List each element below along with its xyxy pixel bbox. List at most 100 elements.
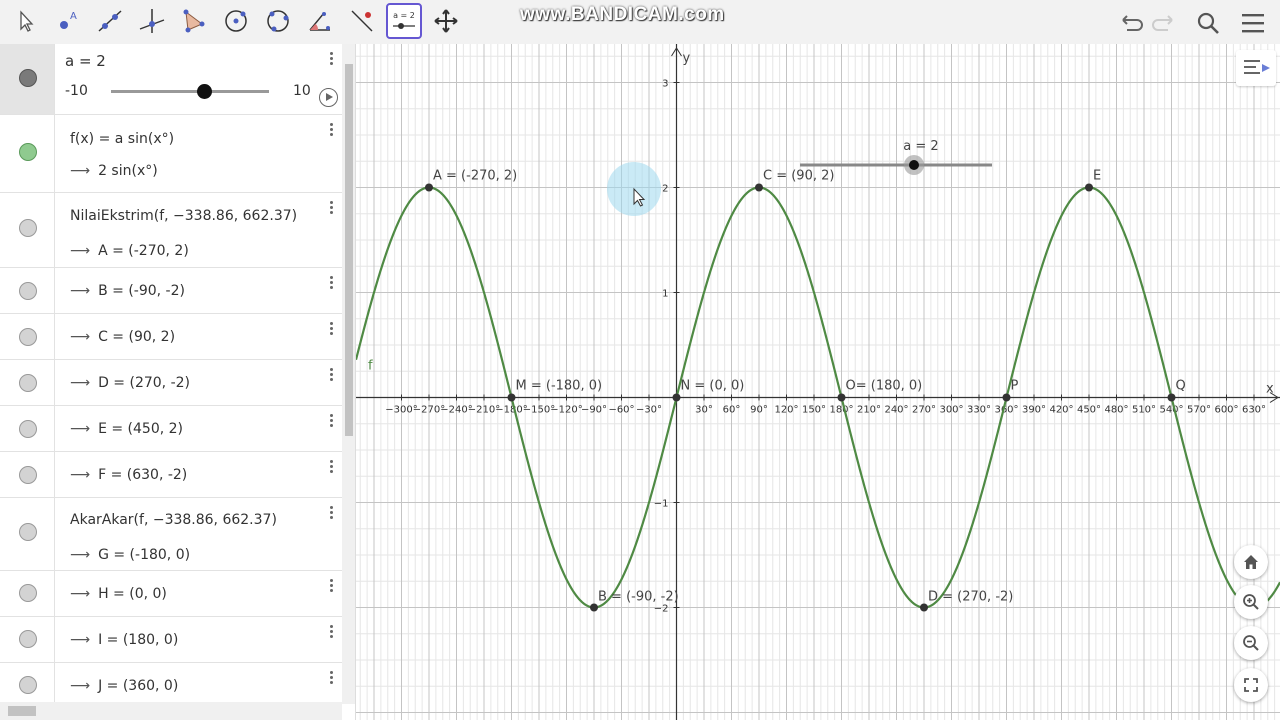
zoom-out-button[interactable] <box>1234 626 1268 660</box>
slider-handle[interactable] <box>197 84 212 99</box>
point-d <box>920 603 928 612</box>
standard-view-button[interactable] <box>1234 545 1268 579</box>
algebra-row-function[interactable]: f(x) = a sin(x°) ⟶ 2 sin(x°) <box>0 115 342 193</box>
circle-three-points-tool-button[interactable] <box>260 3 296 39</box>
y-axis-label: y <box>683 51 691 66</box>
point-tool-button[interactable]: A <box>50 3 86 39</box>
output-arrow-icon: ⟶ <box>70 283 91 299</box>
algebra-row-point-i[interactable]: ⟶ I = (180, 0) <box>0 617 342 663</box>
algebra-row-point-d[interactable]: ⟶ D = (270, -2) <box>0 360 342 406</box>
fullscreen-icon <box>1244 678 1258 692</box>
visibility-toggle[interactable] <box>19 143 37 161</box>
visibility-toggle[interactable] <box>19 420 37 438</box>
x-tick-label: −120° <box>550 405 582 416</box>
point-label-b: B = (-90, -2) <box>598 590 679 605</box>
algebra-row-roots[interactable]: AkarAkar(f, −338.86, 662.37) ⟶ G = (-180,… <box>0 498 342 571</box>
x-axis-label: x <box>1266 382 1274 397</box>
point-c <box>755 183 763 192</box>
more-options-icon[interactable] <box>328 276 334 292</box>
x-tick-label: 210° <box>857 405 881 416</box>
search-button[interactable] <box>1193 8 1223 38</box>
more-options-icon[interactable] <box>328 322 334 338</box>
visibility-toggle[interactable] <box>19 282 37 300</box>
redo-icon <box>1152 15 1173 31</box>
point-h-value: H = (0, 0) <box>98 586 167 602</box>
x-tick-label: 390° <box>1022 405 1046 416</box>
point-label-d: D = (270, -2) <box>928 590 1013 605</box>
x-tick-label: 600° <box>1214 405 1238 416</box>
tick-labels: −300°−270°−240°−210°−180°−150°−120°−90° −… <box>385 79 1266 615</box>
x-tick-label: 240° <box>884 405 908 416</box>
point-label-n: N = (0, 0) <box>681 379 745 394</box>
slider-definition: a = 2 <box>65 52 106 70</box>
graphics-view[interactable]: −300° −270° −240° −210° −180° −150° −120° −90° −… <box>356 44 1280 720</box>
algebra-vertical-scrollbar[interactable] <box>342 44 355 704</box>
more-options-icon[interactable] <box>328 671 334 687</box>
home-icon <box>1244 555 1258 569</box>
algebra-horizontal-scrollbar[interactable] <box>0 702 342 720</box>
more-options-icon[interactable] <box>328 201 334 217</box>
visibility-toggle[interactable] <box>19 630 37 648</box>
x-tick-label: 180° <box>829 405 853 416</box>
major-grid <box>356 44 1280 720</box>
point-e-value: E = (450, 2) <box>98 421 184 437</box>
y-tick-label: 2 <box>662 184 668 195</box>
point-q <box>1167 393 1176 402</box>
move-graphics-tool-button[interactable] <box>428 3 464 39</box>
move-tool-button[interactable] <box>8 3 44 39</box>
more-options-icon[interactable] <box>328 625 334 641</box>
point-p <box>1002 393 1011 402</box>
angle-tool-button[interactable] <box>302 3 338 39</box>
graphics-slider-handle[interactable] <box>909 160 919 170</box>
algebra-row-point-f[interactable]: ⟶ F = (630, -2) <box>0 452 342 498</box>
zoom-out-icon <box>1243 635 1259 651</box>
more-options-icon[interactable] <box>328 506 334 522</box>
scrollbar-thumb[interactable] <box>345 64 353 436</box>
visibility-toggle[interactable] <box>19 328 37 346</box>
point-o <box>837 393 846 402</box>
more-options-icon[interactable] <box>328 579 334 595</box>
visibility-toggle[interactable] <box>19 523 37 541</box>
more-options-icon[interactable] <box>328 414 334 430</box>
algebra-row-extremum[interactable]: NilaiEkstrim(f, −338.86, 662.37) ⟶ A = (-… <box>0 193 342 268</box>
main-menu-button[interactable] <box>1238 8 1268 38</box>
zoom-in-icon <box>1243 594 1259 610</box>
more-options-icon[interactable] <box>328 123 334 139</box>
visibility-toggle[interactable] <box>19 374 37 392</box>
line-tool-button[interactable] <box>92 3 128 39</box>
reflect-tool-button[interactable] <box>344 3 380 39</box>
redo-button[interactable] <box>1150 8 1180 38</box>
algebra-row-point-e[interactable]: ⟶ E = (450, 2) <box>0 406 342 452</box>
graphics-style-bar-toggle[interactable] <box>1236 50 1276 86</box>
point-d-value: D = (270, -2) <box>98 375 190 391</box>
algebra-row-slider[interactable]: a = 2 -10 10 <box>0 44 342 115</box>
fullscreen-button[interactable] <box>1234 668 1268 702</box>
scrollbar-thumb[interactable] <box>8 706 36 716</box>
zoom-in-button[interactable] <box>1234 585 1268 619</box>
polygon-tool-button[interactable] <box>176 3 212 39</box>
function-plot[interactable]: −300°−270°−240°−210°−180°−150°−120°−90° −… <box>356 44 1280 720</box>
algebra-row-point-c[interactable]: ⟶ C = (90, 2) <box>0 314 342 360</box>
visibility-toggle[interactable] <box>19 466 37 484</box>
algebra-row-point-h[interactable]: ⟶ H = (0, 0) <box>0 571 342 617</box>
algebra-row-point-b[interactable]: ⟶ B = (-90, -2) <box>0 268 342 314</box>
x-tick-label: 300° <box>939 405 963 416</box>
more-options-icon[interactable] <box>328 52 334 68</box>
undo-icon <box>1122 15 1143 31</box>
visibility-toggle[interactable] <box>19 584 37 602</box>
more-options-icon[interactable] <box>328 368 334 384</box>
point-b-value: B = (-90, -2) <box>98 283 185 299</box>
polygon-icon <box>183 9 205 33</box>
axes <box>356 44 1280 720</box>
undo-button[interactable] <box>1115 8 1145 38</box>
function-label-f: f <box>368 359 373 374</box>
circle-tool-button[interactable] <box>218 3 254 39</box>
visibility-toggle[interactable] <box>19 69 37 87</box>
slider-tool-button[interactable]: a = 2 <box>386 3 422 39</box>
perpendicular-line-tool-button[interactable] <box>134 3 170 39</box>
visibility-toggle[interactable] <box>19 219 37 237</box>
visibility-toggle[interactable] <box>19 676 37 694</box>
more-options-icon[interactable] <box>328 460 334 476</box>
play-animation-button[interactable] <box>319 88 338 107</box>
slider-track[interactable] <box>111 90 269 93</box>
